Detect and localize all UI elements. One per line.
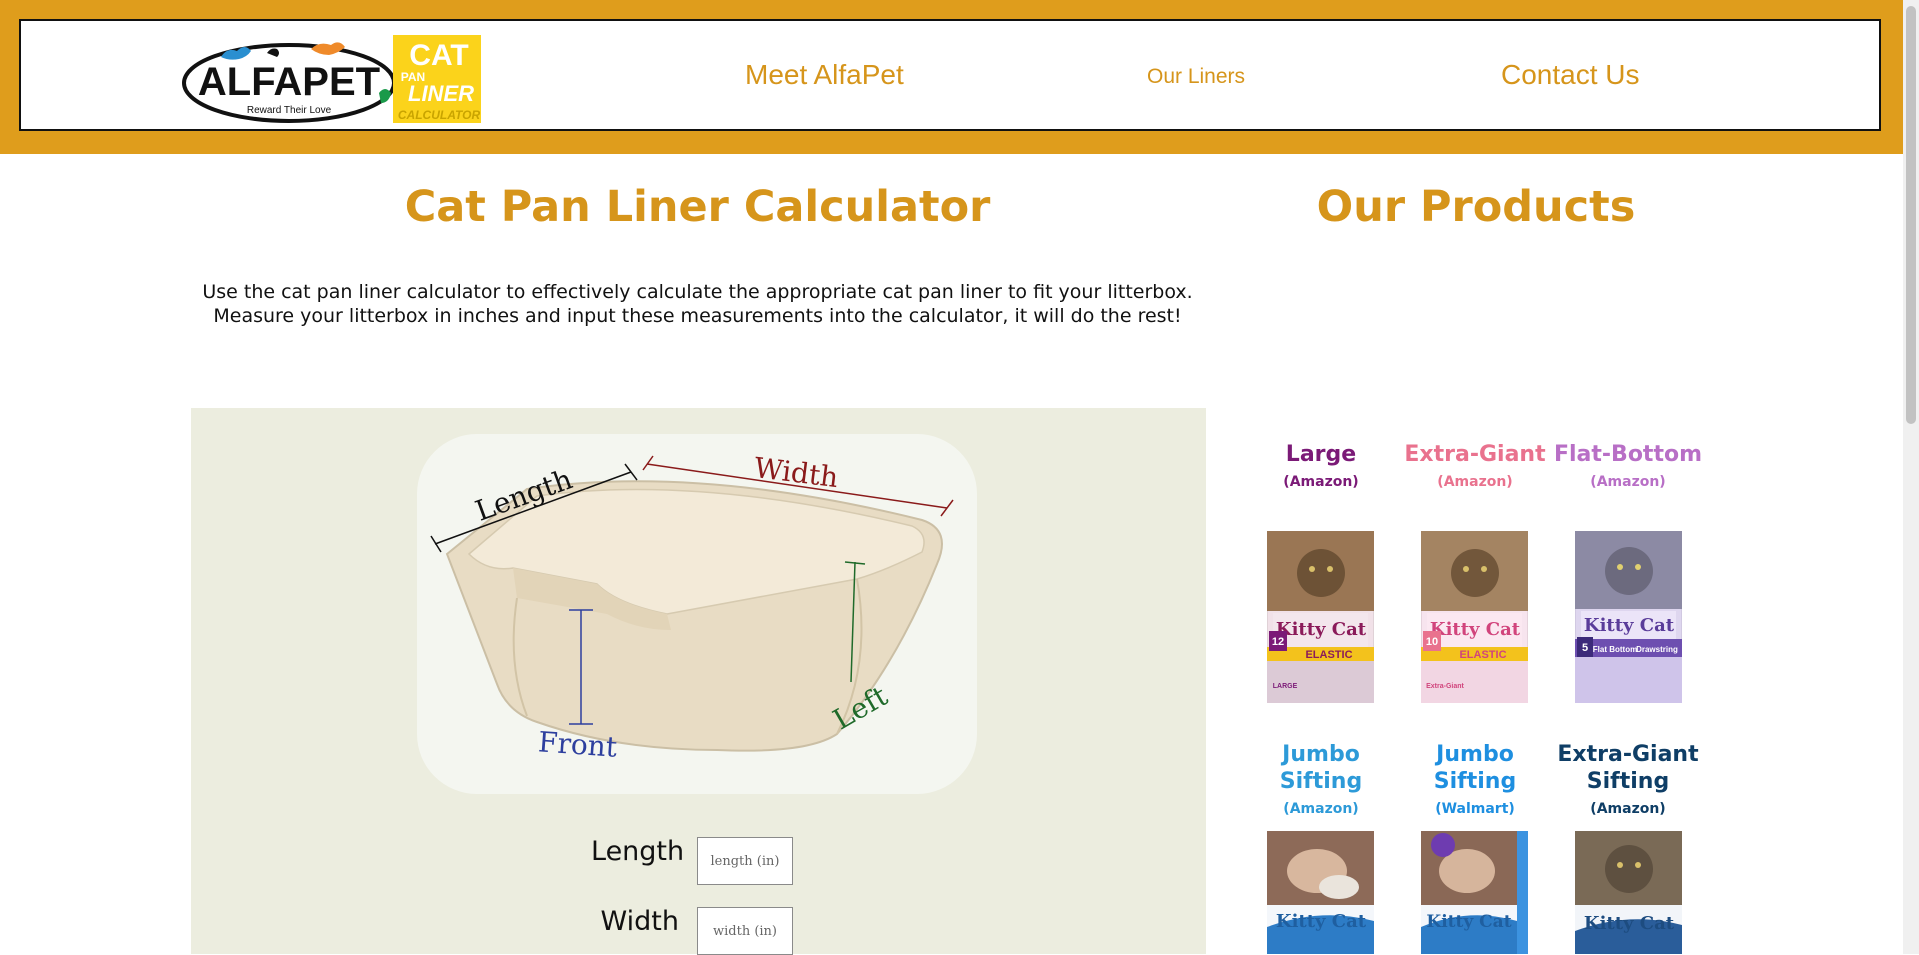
scrollbar-thumb[interactable]: [1906, 6, 1916, 424]
product-name: Jumbo Sifting: [1279, 742, 1363, 794]
products-title: Our Products: [1316, 182, 1636, 232]
svg-text:12: 12: [1272, 636, 1284, 648]
calculator-panel: Length Width Front Left Length Width: [191, 408, 1206, 955]
length-input[interactable]: [697, 837, 793, 885]
svg-text:Kitty Cat: Kitty Cat: [1276, 911, 1367, 932]
svg-text:Extra-Giant: Extra-Giant: [1426, 683, 1464, 690]
svg-text:Kitty Cat: Kitty Cat: [1584, 615, 1675, 636]
product-name: Jumbo Sifting: [1433, 742, 1517, 794]
intro-line-2: Measure your litterbox in inches and inp…: [213, 305, 1182, 327]
intro-line-1: Use the cat pan liner calculator to effe…: [202, 281, 1193, 303]
svg-text:Flat Bottom: Flat Bottom: [1593, 645, 1637, 654]
svg-text:LARGE: LARGE: [1273, 683, 1298, 690]
svg-text:5: 5: [1582, 642, 1588, 654]
litterbox-diagram: Length Width Front Left: [430, 451, 954, 764]
nav-our-liners[interactable]: Our Liners: [1147, 65, 1245, 89]
diagram-front-label: Front: [537, 725, 619, 763]
product-jumbo-sifting-walmart-box-image[interactable]: Kitty Cat: [1421, 831, 1528, 954]
litterbox-diagram-background: Length Width Front Left: [417, 434, 977, 794]
product-name: Large: [1285, 442, 1357, 467]
svg-text:CAT: CAT: [409, 39, 468, 72]
svg-text:LINER: LINER: [408, 81, 474, 106]
product-store: (Walmart): [1435, 801, 1515, 817]
product-large-box-image[interactable]: Kitty Cat ELASTIC 12 LARGE: [1267, 531, 1374, 703]
calculator-title: Cat Pan Liner Calculator: [404, 182, 991, 232]
diagram-width-label: Width: [752, 451, 840, 494]
product-store: (Amazon): [1437, 474, 1513, 490]
alfapet-logo[interactable]: ALFAPET Reward Their Love CAT PAN LINER …: [181, 35, 511, 127]
product-jumbo-sifting-amazon[interactable]: Jumbo Sifting (Amazon): [1246, 741, 1396, 817]
svg-text:Kitty Cat: Kitty Cat: [1584, 913, 1675, 934]
product-flat-bottom-box-image[interactable]: Kitty Cat Flat Bottom Drawstring 5: [1575, 531, 1682, 703]
nav-bar: ALFAPET Reward Their Love CAT PAN LINER …: [19, 19, 1881, 131]
calculator-intro: Use the cat pan liner calculator to effe…: [190, 280, 1205, 328]
svg-text:Kitty Cat: Kitty Cat: [1430, 619, 1521, 640]
svg-text:Kitty Cat: Kitty Cat: [1276, 619, 1367, 640]
product-extra-giant-sifting-box-image[interactable]: Kitty Cat: [1575, 831, 1682, 954]
length-label: Length: [591, 836, 685, 867]
product-large[interactable]: Large (Amazon): [1246, 441, 1396, 490]
product-name: Extra-Giant: [1404, 442, 1546, 467]
product-store: (Amazon): [1283, 474, 1359, 490]
svg-text:ALFAPET: ALFAPET: [198, 60, 380, 104]
nav-meet-alfapet[interactable]: Meet AlfaPet: [745, 59, 904, 91]
svg-text:ELASTIC: ELASTIC: [1459, 649, 1506, 661]
svg-text:ELASTIC: ELASTIC: [1305, 649, 1352, 661]
svg-text:Drawstring: Drawstring: [1636, 645, 1678, 654]
product-jumbo-sifting-amazon-box-image[interactable]: Kitty Cat: [1267, 831, 1374, 954]
product-flat-bottom[interactable]: Flat-Bottom (Amazon): [1553, 441, 1703, 490]
width-input[interactable]: [697, 907, 793, 955]
page-scrollbar[interactable]: [1903, 0, 1919, 954]
svg-text:CALCULATOR: CALCULATOR: [398, 108, 481, 122]
product-extra-giant-sifting[interactable]: Extra-Giant Sifting (Amazon): [1553, 741, 1703, 817]
product-extra-giant-box-image[interactable]: Kitty Cat ELASTIC 10 Extra-Giant: [1421, 531, 1528, 703]
svg-text:Kitty Cat: Kitty Cat: [1426, 912, 1511, 932]
product-jumbo-sifting-walmart[interactable]: Jumbo Sifting (Walmart): [1400, 741, 1550, 817]
product-store: (Amazon): [1283, 801, 1359, 817]
product-store: (Amazon): [1590, 474, 1666, 490]
product-extra-giant[interactable]: Extra-Giant (Amazon): [1400, 441, 1550, 490]
product-store: (Amazon): [1590, 801, 1666, 817]
svg-text:Reward Their Love: Reward Their Love: [247, 105, 332, 116]
svg-text:10: 10: [1426, 636, 1438, 648]
width-label: Width: [600, 906, 679, 937]
product-name: Extra-Giant Sifting: [1557, 742, 1699, 794]
product-name: Flat-Bottom: [1553, 442, 1703, 467]
header-band: ALFAPET Reward Their Love CAT PAN LINER …: [0, 0, 1903, 154]
nav-contact-us[interactable]: Contact Us: [1501, 59, 1640, 91]
